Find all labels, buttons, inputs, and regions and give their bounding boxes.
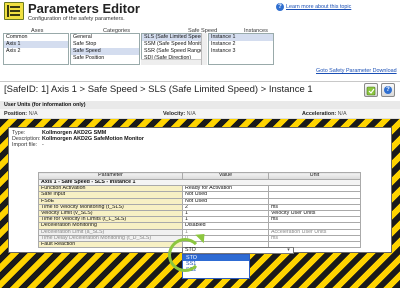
download-link[interactable]: Goto Safety Parameter Download (316, 68, 397, 74)
parameter-cell: Fault Reaction (38, 241, 183, 249)
table-header-row: Parameter Value Unit (38, 172, 361, 180)
list-item[interactable]: SSR (Safe Speed Range) (142, 48, 206, 55)
list-item[interactable]: SSM (Safe Speed Monitor) (142, 41, 206, 48)
list-item[interactable]: Instance 2 (209, 41, 273, 48)
list-item[interactable]: Safe Position (71, 55, 139, 62)
position-status: Position: N/A (4, 111, 38, 117)
device-info: Type: Kollmorgen AKD2G SMM Description: Ko… (12, 130, 144, 148)
column-header-parameter: Parameter (38, 172, 183, 180)
list-item[interactable]: Axis 1 (4, 41, 68, 48)
axes-list[interactable]: Common Axis 1 Axis 2 (3, 33, 69, 65)
import-value: - (42, 142, 44, 148)
list-item[interactable]: Safe Stop (71, 41, 139, 48)
column-header-value: Value (182, 172, 269, 180)
units-label: User Units (for information only) (4, 102, 86, 108)
description-value: Kollmorgen AKD2G SafeMotion Monitor (42, 136, 144, 142)
learn-more-link[interactable]: Learn more about this topic (286, 4, 351, 10)
velocity-value: N/A (186, 111, 196, 117)
list-item[interactable]: Safe Speed (71, 48, 139, 55)
page-title: Parameters Editor (28, 1, 140, 16)
import-label: Import file: (12, 142, 38, 148)
list-item[interactable]: Instance 3 (209, 48, 273, 55)
acceleration-status: Acceleration: N/A (302, 111, 347, 117)
acceleration-label: Acceleration: (302, 111, 337, 117)
divider (0, 81, 400, 82)
reset-button[interactable] (364, 83, 378, 97)
learn-more[interactable]: ? Learn more about this topic (276, 3, 351, 11)
instances-list[interactable]: Instance 1 Instance 2 Instance 3 (208, 33, 274, 65)
highlight-ring (168, 238, 202, 272)
acceleration-value: N/A (337, 111, 347, 117)
page-subtitle: Configuration of the safety parameters. (28, 16, 125, 22)
reset-icon (366, 86, 376, 96)
chevron-down-icon[interactable]: ▾ (284, 248, 293, 253)
safe-speed-scrollbar[interactable] (201, 33, 207, 65)
list-item[interactable]: Instance 1 (209, 34, 273, 41)
velocity-status: Velocity: N/A (163, 111, 196, 117)
list-item[interactable]: Common (4, 34, 68, 41)
categories-list[interactable]: General Safe Stop Safe Speed Safe Positi… (70, 33, 140, 65)
column-header-unit: Unit (268, 172, 361, 180)
position-label: Position: (4, 111, 28, 117)
list-item[interactable]: Axis 2 (4, 48, 68, 55)
list-item[interactable]: General (71, 34, 139, 41)
help-icon: ? (384, 86, 392, 94)
app-window: Parameters Editor Configuration of the s… (0, 0, 400, 288)
velocity-label: Velocity: (163, 111, 186, 117)
safe-speed-hscrollbar[interactable] (141, 59, 201, 65)
list-item[interactable]: SLS (Safe Limited Speed) (142, 34, 206, 41)
help-icon: ? (276, 3, 284, 11)
position-value: N/A (28, 111, 38, 117)
parameters-editor-icon (4, 2, 24, 20)
breadcrumb: [SafeID: 1] Axis 1 > Safe Speed > SLS (S… (4, 84, 313, 95)
help-button[interactable]: ? (381, 83, 395, 97)
